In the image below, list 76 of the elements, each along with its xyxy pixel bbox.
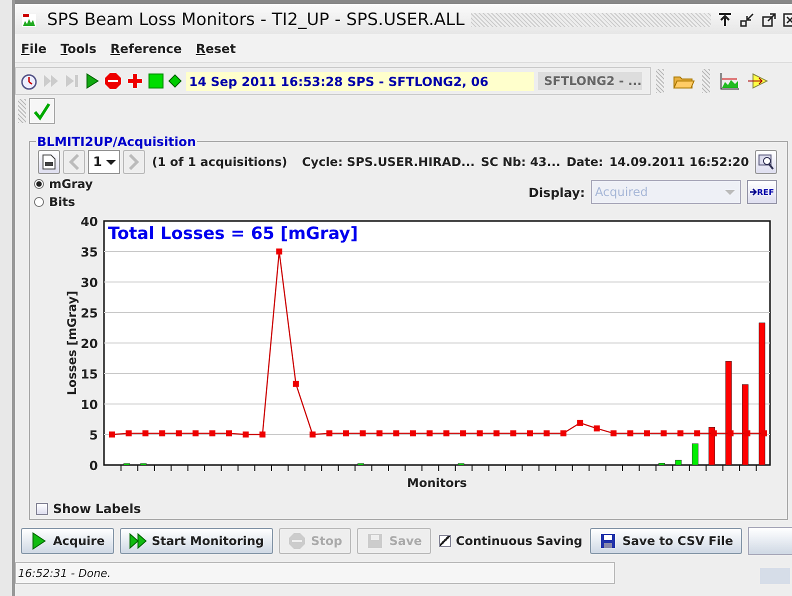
y-tick-label: 10	[80, 397, 98, 412]
action-button[interactable]: Start Monitoring	[120, 528, 273, 554]
confirm-button[interactable]	[29, 98, 55, 124]
minimize-icon[interactable]	[739, 12, 755, 28]
close-icon[interactable]	[783, 12, 792, 28]
toolbar-grip[interactable]	[18, 99, 26, 123]
show-labels-checkbox[interactable]: Show Labels	[36, 501, 777, 516]
chevron-right-icon	[128, 154, 140, 170]
pin-icon[interactable]	[717, 12, 733, 28]
loss-bar	[458, 463, 464, 466]
date-label: Date:	[566, 155, 604, 169]
arrow-icon	[750, 188, 757, 196]
y-tick-label: 25	[80, 306, 98, 320]
unit-radio[interactable]: mGray	[34, 177, 93, 191]
y-axis-label: Losses [mGray]	[65, 290, 79, 396]
diamond-icon	[168, 72, 182, 90]
stop-sign-icon	[288, 532, 306, 550]
magnifier-icon	[758, 154, 774, 170]
loss-bar	[658, 462, 665, 466]
panel-title: BLMITI2UP/Acquisition	[36, 134, 198, 149]
loss-bar	[692, 443, 698, 466]
cycle-label: Cycle: SPS.USER.HIRAD...	[302, 155, 475, 169]
acquisition-count: (1 of 1 acquisitions)	[152, 155, 288, 169]
data-point	[242, 432, 249, 438]
chevron-left-icon	[68, 154, 80, 170]
info-field: 14 Sep 2011 16:53:28 SPS - SFTLONG2, 06	[186, 72, 534, 90]
zoom-button[interactable]	[755, 150, 777, 174]
loss-bar	[675, 460, 682, 466]
y-tick-label: 40	[80, 217, 98, 229]
y-tick-label: 30	[80, 275, 98, 290]
loss-bar	[140, 463, 147, 466]
y-tick-label: 15	[80, 366, 98, 382]
action-button[interactable]: Save to CSV File	[590, 528, 742, 554]
display-label: Display:	[528, 185, 585, 200]
stop-sign-icon[interactable]	[104, 72, 122, 90]
page-dropdown[interactable]: 1	[88, 150, 120, 174]
cross-icon[interactable]	[126, 72, 144, 90]
unit-radio[interactable]: Bits	[34, 195, 93, 209]
y-tick-label: 20	[80, 336, 98, 351]
chart-title: Total Losses = 65 [mGray]	[108, 224, 358, 244]
play-icon[interactable]	[84, 72, 100, 90]
menu-item[interactable]: Tools	[60, 40, 96, 56]
status-message: 16:52:31 - Done.	[15, 562, 615, 584]
square-icon	[148, 72, 164, 90]
menu-item[interactable]: File	[21, 40, 47, 56]
maximize-icon[interactable]	[761, 12, 777, 28]
document-icon	[42, 154, 56, 170]
action-button[interactable]	[748, 527, 792, 555]
play-icon	[30, 532, 48, 550]
y-tick-label: 35	[80, 244, 98, 260]
caret-icon	[725, 190, 735, 194]
loss-bar	[358, 463, 364, 466]
toolbar-grip[interactable]	[656, 69, 664, 93]
date-value: 14.09.2011 16:52:20	[609, 155, 749, 169]
y-tick-label: 5	[89, 428, 98, 442]
fast-forward-icon	[128, 532, 147, 550]
clock-icon[interactable]	[20, 72, 38, 90]
document-button[interactable]	[38, 150, 60, 174]
loss-bar	[124, 463, 130, 466]
reference-button[interactable]: REF	[747, 180, 777, 204]
sc-number: SC Nb: 43...	[480, 155, 560, 169]
data-point	[276, 248, 282, 254]
menu-item[interactable]: Reset	[196, 40, 236, 56]
loss-bar	[708, 426, 716, 466]
checkmark-icon	[32, 101, 52, 121]
toolbar-grip[interactable]	[702, 69, 710, 93]
continuous-saving-checkbox[interactable]: Continuous Saving	[438, 534, 582, 548]
data-point	[310, 432, 316, 438]
cycle-selector[interactable]: SFTLONG2 - ...	[538, 72, 642, 90]
data-point	[109, 432, 115, 438]
y-tick-label: 0	[89, 458, 98, 473]
menu-item[interactable]: Reference	[110, 40, 182, 56]
window-title: SPS Beam Loss Monitors - TI2_UP - SPS.USER.ALL	[47, 10, 465, 30]
x-axis-label: Monitors	[407, 476, 467, 490]
action-button[interactable]: Acquire	[21, 528, 114, 554]
app-logo-icon	[21, 12, 37, 28]
